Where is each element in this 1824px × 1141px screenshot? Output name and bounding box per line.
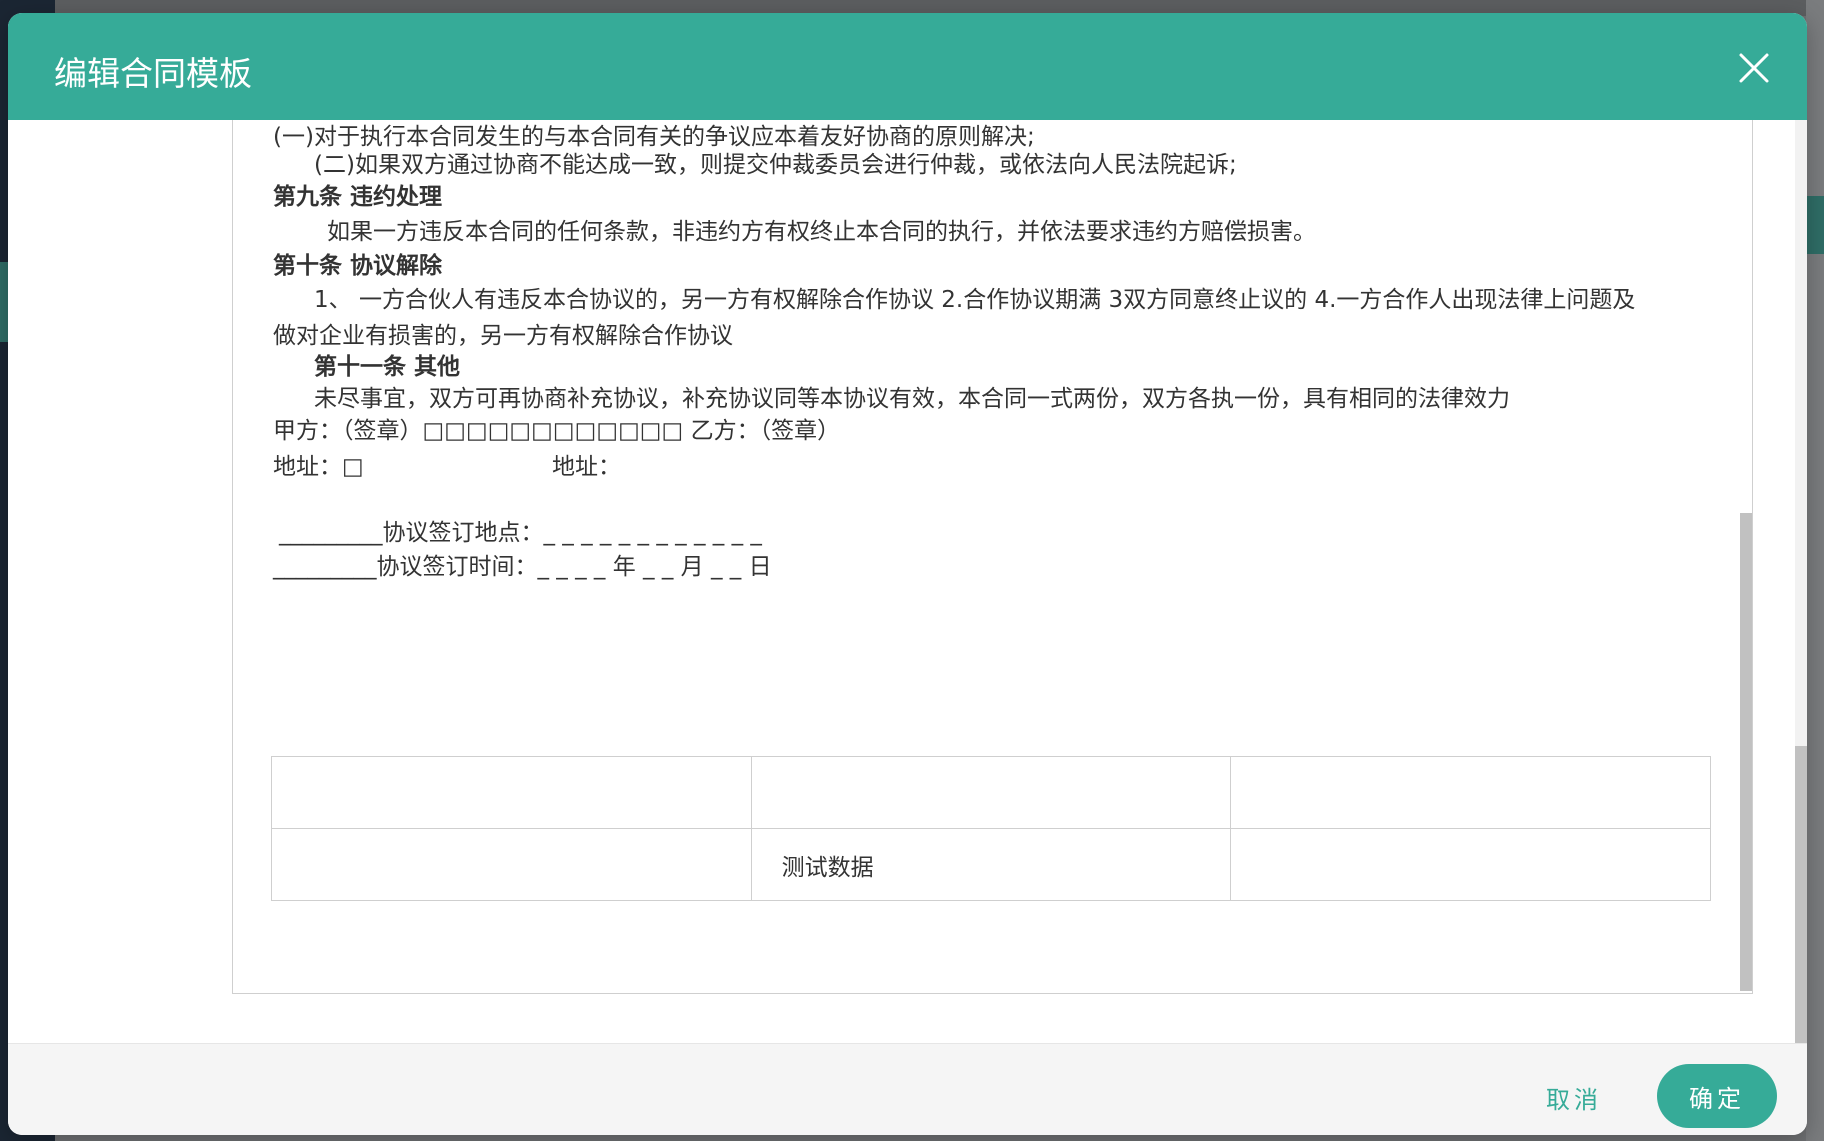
dialog-scrollbar[interactable]	[1795, 120, 1807, 1043]
dialog-header: 编辑合同模板	[8, 13, 1807, 120]
dialog-title: 编辑合同模板	[54, 54, 252, 93]
signing-place-line: _________协议签订地点：_ _ _ _ _ _ _ _ _ _ _ _	[279, 520, 762, 546]
edit-contract-template-dialog: 编辑合同模板 (一)对于执行本合同发生的与本合同有关的争议应本着友好协商的原则解…	[8, 13, 1807, 1135]
background-right-strip	[1806, 0, 1824, 1141]
table-cell[interactable]: 测试数据	[750, 828, 1232, 901]
table-cell[interactable]	[1230, 828, 1711, 901]
confirm-button[interactable]: 确定	[1657, 1064, 1777, 1128]
cancel-button[interactable]: 取消	[1546, 1080, 1602, 1115]
table-cell[interactable]	[271, 756, 752, 829]
table-row	[271, 756, 1711, 829]
signing-time-line: _________协议签订时间：_ _ _ _ 年 _ _ 月 _ _ 日	[273, 554, 772, 580]
signature-line: 甲方：（签章）□□□□□□□□□□□□ 乙方：（签章）	[273, 418, 841, 444]
clause-text: 做对企业有损害的，另一方有权解除合作协议	[273, 323, 733, 349]
clause-text: 1、 一方合伙人有违反本合协议的，另一方有权解除合作协议 2.合作协议期满 3双…	[314, 287, 1636, 313]
dialog-scrollbar-thumb[interactable]	[1795, 746, 1807, 1043]
table-cell[interactable]	[1230, 756, 1711, 829]
table-row: 测试数据	[271, 828, 1711, 901]
contract-editor[interactable]: (一)对于执行本合同发生的与本合同有关的争议应本着友好协商的原则解决; (二)如…	[232, 120, 1753, 994]
clause-text: (二)如果双方通过协商不能达成一致，则提交仲裁委员会进行仲裁，或依法向人民法院起…	[314, 152, 1237, 178]
table-cell[interactable]	[750, 756, 1232, 829]
dialog-footer: 取消 确定	[8, 1043, 1807, 1135]
contract-table[interactable]: 测试数据	[271, 756, 1711, 901]
editor-scrollbar[interactable]	[1738, 120, 1752, 993]
close-button[interactable]	[1737, 51, 1771, 85]
clause-text: 未尽事宜，双方可再协商补充协议，补充协议同等本协议有效，本合同一式两份，双方各执…	[314, 386, 1510, 412]
editor-scrollbar-thumb[interactable]	[1740, 513, 1752, 991]
background-right-accent	[1806, 196, 1824, 254]
table-cell[interactable]	[271, 828, 752, 901]
party-b-address: 地址：	[552, 454, 621, 480]
close-icon	[1739, 53, 1769, 83]
clause-heading: 第十一条 其他	[314, 354, 461, 380]
clause-heading: 第九条 违约处理	[273, 184, 443, 210]
editor-content[interactable]: (一)对于执行本合同发生的与本合同有关的争议应本着友好协商的原则解决; (二)如…	[233, 120, 1738, 993]
party-a-address: 地址：□	[273, 454, 364, 480]
clause-text: (一)对于执行本合同发生的与本合同有关的争议应本着友好协商的原则解决;	[273, 124, 1035, 150]
clause-text: 如果一方违反本合同的任何条款，非违约方有权终止本合同的执行，并依法要求违约方赔偿…	[327, 219, 1316, 245]
clause-heading: 第十条 协议解除	[273, 253, 443, 279]
